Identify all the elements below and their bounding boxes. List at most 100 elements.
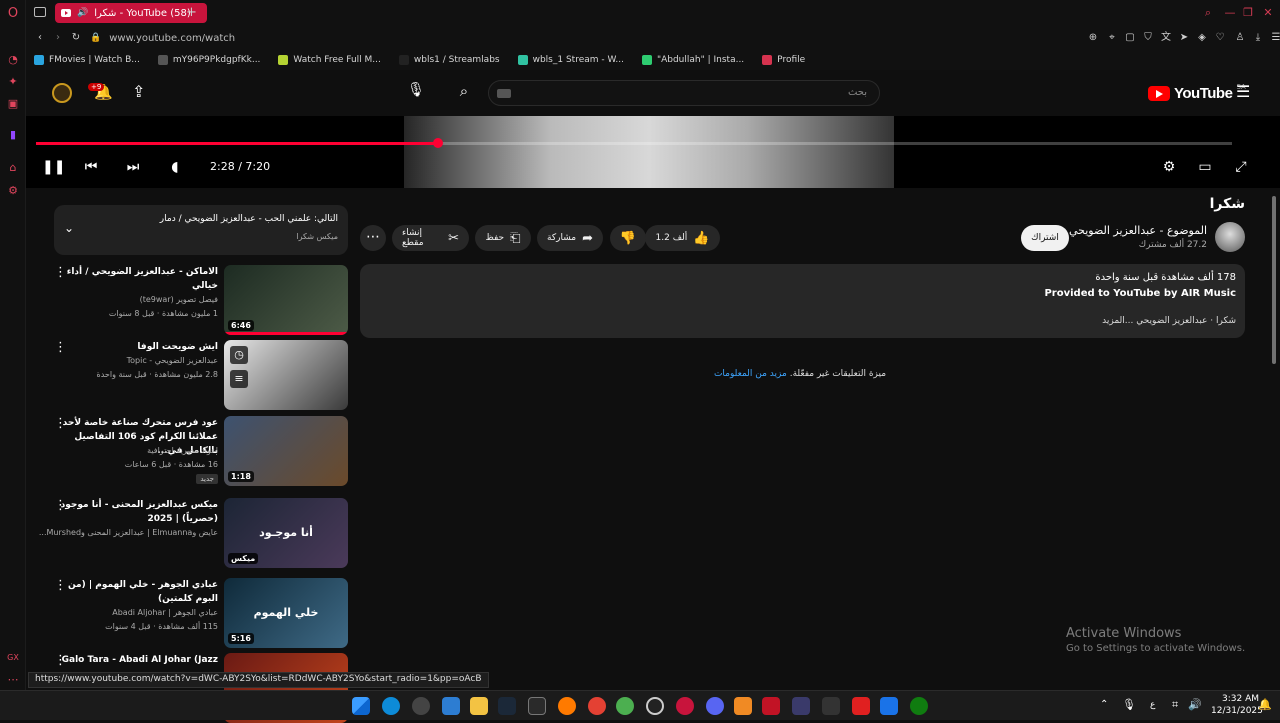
download-icon[interactable]: ⤓ (1252, 32, 1264, 44)
guide-menu-icon[interactable]: ☰ (1236, 82, 1250, 101)
settings-gear-icon[interactable]: ⚙ (1160, 158, 1178, 176)
epic-games-icon[interactable] (528, 697, 546, 715)
video-title[interactable]: ايش ضويحت الوفا (58, 340, 218, 354)
menu-icon[interactable]: ☰ (1270, 32, 1280, 44)
profile-icon[interactable]: ♙ (1234, 32, 1246, 44)
fullscreen-icon[interactable]: ⤢ (1232, 158, 1250, 176)
kebab-menu-icon[interactable]: ⋮ (54, 578, 67, 593)
tab-menu-icon[interactable] (34, 7, 46, 17)
send-icon[interactable]: ➤ (1178, 32, 1190, 44)
discord-icon[interactable] (706, 697, 724, 715)
search-input[interactable]: بحث (488, 80, 880, 106)
github-icon[interactable] (646, 697, 664, 715)
twitch-icon[interactable]: ▮ (6, 127, 20, 141)
progress-handle[interactable] (432, 138, 443, 148)
like-button[interactable]: 1.2 ألف 👍 (645, 225, 720, 251)
video-thumbnail[interactable]: 6:46 (224, 265, 348, 335)
dislike-button[interactable]: 👎 (610, 225, 646, 251)
new-tab-button[interactable]: + (186, 5, 197, 20)
mail-icon[interactable]: ▣ (6, 96, 20, 110)
video-thumbnail[interactable]: ◷ ≡ (224, 340, 348, 410)
playlist-item[interactable]: 1:18 عود فرس متحرك صناعة خاصة لأحد عملائن… (54, 416, 348, 486)
volume-icon[interactable]: ◖ (166, 158, 184, 176)
bookmark-item[interactable]: wbls1 / Streamlabs (398, 55, 500, 65)
keyboard-icon[interactable] (497, 89, 511, 98)
share-button[interactable]: مشاركة ➦ (537, 225, 603, 251)
maximize-button[interactable]: ❐ (1241, 6, 1255, 20)
soundcloud-icon[interactable] (558, 697, 576, 715)
settings-icon[interactable]: ⚙ (6, 183, 20, 197)
url-field[interactable]: 🔒 www.youtube.com/watch (90, 29, 1010, 47)
save-button[interactable]: حفظ ⎗ (475, 225, 531, 251)
kebab-menu-icon[interactable]: ⋮ (54, 653, 67, 668)
upload-icon[interactable]: ⇪ (132, 82, 145, 101)
video-thumbnail[interactable]: خلي الهموم 5:16 (224, 578, 348, 648)
start-icon[interactable] (352, 697, 370, 715)
aria-icon[interactable]: ◔ (6, 52, 20, 66)
more-icon[interactable]: ⋯ (6, 672, 20, 686)
media-icon[interactable] (792, 697, 810, 715)
notification-bell-icon[interactable]: 🔔 (1258, 698, 1272, 711)
vlc-icon[interactable] (734, 697, 752, 715)
terminal-icon[interactable] (822, 697, 840, 715)
netflix-icon[interactable] (852, 697, 870, 715)
chrome-alt-icon[interactable] (616, 697, 634, 715)
video-channel[interactable]: اعواد مصرية احترافية (147, 446, 218, 455)
channel-avatar[interactable] (1215, 222, 1245, 252)
network-icon[interactable]: ⌗ (1172, 698, 1178, 712)
opera-gx-icon[interactable] (676, 697, 694, 715)
snapshot-icon[interactable]: ▢ (1124, 32, 1136, 44)
minimize-button[interactable]: — (1223, 6, 1237, 20)
vpn-icon[interactable]: ◈ (1196, 32, 1208, 44)
channel-name[interactable]: الموضوع - عبدالعزيز الضويحي (1069, 224, 1207, 237)
app-icon[interactable] (880, 697, 898, 715)
bookmark-item[interactable]: FMovies | Watch B... (34, 55, 140, 65)
clock-date[interactable]: 12/31/2025 (1211, 706, 1263, 716)
playlist-item[interactable]: أنا موجـود ميكس ميكس عبدالعزيز المحنى - أن… (39, 498, 348, 568)
bookmark-item[interactable]: "Abdullah" | Insta... (641, 55, 744, 65)
pin-icon[interactable]: ⌖ (1106, 32, 1118, 44)
video-thumbnail[interactable]: أنا موجـود ميكس (224, 498, 348, 568)
kebab-menu-icon[interactable]: ⋮ (54, 416, 67, 431)
video-player[interactable]: ❚❚ ⏮ ⏭ ◖ 2:28 / 7:20 ⚙ ▭ ⤢ (26, 116, 1280, 188)
search-tabs-icon[interactable]: ⌕ (1201, 6, 1215, 20)
tab-youtube[interactable]: 🔊 شكرا - YouTube (58) (55, 3, 207, 23)
video-title[interactable]: ميكس عبدالعزيز المحنى - أنا موجود (حصريا… (58, 498, 218, 526)
description-box[interactable]: 178 ألف مشاهدة قبل سنة واحدة Provided to… (360, 264, 1245, 338)
previous-icon[interactable]: ⏮ (82, 158, 100, 176)
heart-icon[interactable]: ♡ (1214, 32, 1226, 44)
video-title[interactable]: عبادي الجوهر - خلي الهموم | (من البوم كل… (58, 578, 218, 606)
xbox-icon[interactable] (910, 697, 928, 715)
voice-search-icon[interactable]: 🎙 (404, 82, 428, 104)
store-icon[interactable] (442, 697, 460, 715)
more-actions-button[interactable]: ⋯ (360, 225, 386, 251)
explorer-icon[interactable] (470, 697, 488, 715)
messenger-icon[interactable]: ✦ (6, 74, 20, 88)
progress-bar[interactable] (36, 138, 1232, 148)
playlist-item[interactable]: خلي الهموم 5:16 عبادي الجوهر - خلي الهموم … (54, 578, 348, 648)
kebab-menu-icon[interactable]: ⋮ (54, 498, 67, 513)
theater-mode-icon[interactable]: ▭ (1196, 158, 1214, 176)
video-thumbnail[interactable]: 1:18 (224, 416, 348, 486)
bookmark-item[interactable]: Profile (762, 55, 805, 65)
search-icon[interactable]: ⌕ (452, 82, 476, 104)
forward-icon[interactable]: › (52, 32, 64, 44)
playlist-item[interactable]: 6:46 الاماكن - عبدالعزيز الضويحي / أداء خ… (54, 265, 348, 335)
volume-tray-icon[interactable]: 🔊 (1188, 698, 1202, 711)
description-snippet[interactable]: شكرا · عبدالعزيز الضويحي ...المزيد (1102, 316, 1236, 326)
playlist-item[interactable]: ◷ ≡ ايش ضويحت الوفا عبدالعزيز الضويحي - Top… (54, 340, 348, 410)
translate-icon[interactable]: 文 (1160, 32, 1172, 44)
gx-icon[interactable]: GX (6, 650, 20, 664)
video-title[interactable]: الاماكن - عبدالعزيز الضويحي / أداء خيالي (58, 265, 218, 293)
account-avatar[interactable] (52, 83, 72, 103)
bookmark-item[interactable]: wbls_1 Stream - W... (517, 55, 624, 65)
queue-icon[interactable]: ≡ (230, 370, 248, 388)
adobe-icon[interactable] (762, 697, 780, 715)
close-button[interactable]: ✕ (1261, 6, 1275, 20)
subscribe-button[interactable]: اشتراك (1021, 225, 1069, 251)
clock-time[interactable]: 3:32 AM (1222, 694, 1259, 704)
chevron-down-icon[interactable]: ⌄ (64, 221, 74, 235)
clock-icon[interactable]: ◷ (230, 346, 248, 364)
settings-app-icon[interactable] (412, 697, 430, 715)
bookmark-item[interactable]: mY96P9PkdgpfKk... (157, 55, 260, 65)
